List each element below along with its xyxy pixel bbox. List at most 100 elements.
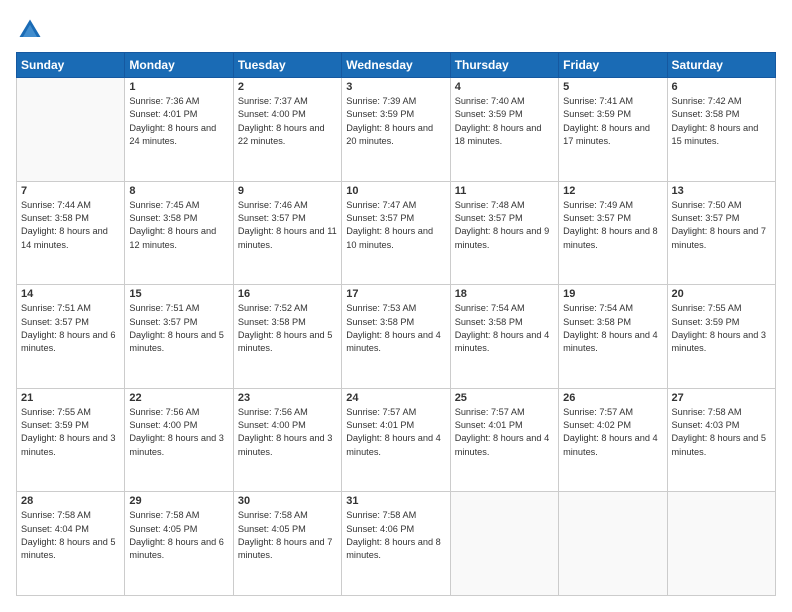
calendar-day-cell [450,492,558,596]
calendar-day-cell: 15 Sunrise: 7:51 AMSunset: 3:57 PMDaylig… [125,285,233,389]
calendar-day-cell: 14 Sunrise: 7:51 AMSunset: 3:57 PMDaylig… [17,285,125,389]
day-number: 14 [21,288,120,300]
day-number: 25 [455,392,554,404]
day-info: Sunrise: 7:42 AMSunset: 3:58 PMDaylight:… [672,95,771,148]
day-number: 24 [346,392,445,404]
day-number: 9 [238,185,337,197]
day-number: 16 [238,288,337,300]
day-number: 4 [455,81,554,93]
day-info: Sunrise: 7:41 AMSunset: 3:59 PMDaylight:… [563,95,662,148]
day-number: 31 [346,495,445,507]
day-info: Sunrise: 7:50 AMSunset: 3:57 PMDaylight:… [672,199,771,252]
day-info: Sunrise: 7:55 AMSunset: 3:59 PMDaylight:… [672,302,771,355]
calendar-day-cell: 20 Sunrise: 7:55 AMSunset: 3:59 PMDaylig… [667,285,775,389]
calendar-day-cell: 8 Sunrise: 7:45 AMSunset: 3:58 PMDayligh… [125,181,233,285]
calendar-day-cell: 23 Sunrise: 7:56 AMSunset: 4:00 PMDaylig… [233,388,341,492]
calendar-day-cell: 22 Sunrise: 7:56 AMSunset: 4:00 PMDaylig… [125,388,233,492]
day-info: Sunrise: 7:57 AMSunset: 4:01 PMDaylight:… [346,406,445,459]
weekday-header: Sunday [17,53,125,78]
day-number: 18 [455,288,554,300]
day-number: 28 [21,495,120,507]
calendar-week-row: 7 Sunrise: 7:44 AMSunset: 3:58 PMDayligh… [17,181,776,285]
day-info: Sunrise: 7:58 AMSunset: 4:05 PMDaylight:… [129,509,228,562]
calendar-week-row: 1 Sunrise: 7:36 AMSunset: 4:01 PMDayligh… [17,78,776,182]
day-info: Sunrise: 7:44 AMSunset: 3:58 PMDaylight:… [21,199,120,252]
day-number: 15 [129,288,228,300]
calendar-day-cell [17,78,125,182]
day-number: 6 [672,81,771,93]
calendar-table: SundayMondayTuesdayWednesdayThursdayFrid… [16,52,776,596]
calendar-header-row: SundayMondayTuesdayWednesdayThursdayFrid… [17,53,776,78]
day-info: Sunrise: 7:56 AMSunset: 4:00 PMDaylight:… [129,406,228,459]
calendar-day-cell: 12 Sunrise: 7:49 AMSunset: 3:57 PMDaylig… [559,181,667,285]
calendar-day-cell [667,492,775,596]
day-info: Sunrise: 7:45 AMSunset: 3:58 PMDaylight:… [129,199,228,252]
calendar-day-cell [559,492,667,596]
calendar-day-cell: 25 Sunrise: 7:57 AMSunset: 4:01 PMDaylig… [450,388,558,492]
day-number: 27 [672,392,771,404]
calendar-day-cell: 18 Sunrise: 7:54 AMSunset: 3:58 PMDaylig… [450,285,558,389]
day-info: Sunrise: 7:51 AMSunset: 3:57 PMDaylight:… [21,302,120,355]
day-number: 26 [563,392,662,404]
day-info: Sunrise: 7:40 AMSunset: 3:59 PMDaylight:… [455,95,554,148]
header [16,16,776,44]
day-info: Sunrise: 7:46 AMSunset: 3:57 PMDaylight:… [238,199,337,252]
day-info: Sunrise: 7:56 AMSunset: 4:00 PMDaylight:… [238,406,337,459]
day-info: Sunrise: 7:58 AMSunset: 4:06 PMDaylight:… [346,509,445,562]
day-number: 29 [129,495,228,507]
day-info: Sunrise: 7:51 AMSunset: 3:57 PMDaylight:… [129,302,228,355]
day-number: 22 [129,392,228,404]
calendar-day-cell: 9 Sunrise: 7:46 AMSunset: 3:57 PMDayligh… [233,181,341,285]
weekday-header: Wednesday [342,53,450,78]
calendar-day-cell: 11 Sunrise: 7:48 AMSunset: 3:57 PMDaylig… [450,181,558,285]
day-info: Sunrise: 7:54 AMSunset: 3:58 PMDaylight:… [563,302,662,355]
day-info: Sunrise: 7:48 AMSunset: 3:57 PMDaylight:… [455,199,554,252]
calendar-day-cell: 19 Sunrise: 7:54 AMSunset: 3:58 PMDaylig… [559,285,667,389]
day-number: 30 [238,495,337,507]
day-number: 19 [563,288,662,300]
logo [16,16,48,44]
calendar-day-cell: 7 Sunrise: 7:44 AMSunset: 3:58 PMDayligh… [17,181,125,285]
day-number: 23 [238,392,337,404]
day-info: Sunrise: 7:49 AMSunset: 3:57 PMDaylight:… [563,199,662,252]
calendar-day-cell: 30 Sunrise: 7:58 AMSunset: 4:05 PMDaylig… [233,492,341,596]
calendar-day-cell: 6 Sunrise: 7:42 AMSunset: 3:58 PMDayligh… [667,78,775,182]
day-info: Sunrise: 7:53 AMSunset: 3:58 PMDaylight:… [346,302,445,355]
calendar-day-cell: 16 Sunrise: 7:52 AMSunset: 3:58 PMDaylig… [233,285,341,389]
day-info: Sunrise: 7:37 AMSunset: 4:00 PMDaylight:… [238,95,337,148]
day-info: Sunrise: 7:39 AMSunset: 3:59 PMDaylight:… [346,95,445,148]
calendar-day-cell: 5 Sunrise: 7:41 AMSunset: 3:59 PMDayligh… [559,78,667,182]
day-number: 11 [455,185,554,197]
calendar-day-cell: 4 Sunrise: 7:40 AMSunset: 3:59 PMDayligh… [450,78,558,182]
calendar-week-row: 21 Sunrise: 7:55 AMSunset: 3:59 PMDaylig… [17,388,776,492]
calendar-day-cell: 24 Sunrise: 7:57 AMSunset: 4:01 PMDaylig… [342,388,450,492]
calendar-week-row: 14 Sunrise: 7:51 AMSunset: 3:57 PMDaylig… [17,285,776,389]
calendar-day-cell: 2 Sunrise: 7:37 AMSunset: 4:00 PMDayligh… [233,78,341,182]
day-number: 21 [21,392,120,404]
day-number: 12 [563,185,662,197]
weekday-header: Thursday [450,53,558,78]
day-number: 10 [346,185,445,197]
day-info: Sunrise: 7:58 AMSunset: 4:03 PMDaylight:… [672,406,771,459]
calendar-day-cell: 28 Sunrise: 7:58 AMSunset: 4:04 PMDaylig… [17,492,125,596]
day-info: Sunrise: 7:55 AMSunset: 3:59 PMDaylight:… [21,406,120,459]
day-info: Sunrise: 7:58 AMSunset: 4:05 PMDaylight:… [238,509,337,562]
weekday-header: Saturday [667,53,775,78]
calendar-day-cell: 17 Sunrise: 7:53 AMSunset: 3:58 PMDaylig… [342,285,450,389]
day-number: 5 [563,81,662,93]
day-number: 20 [672,288,771,300]
calendar-day-cell: 13 Sunrise: 7:50 AMSunset: 3:57 PMDaylig… [667,181,775,285]
logo-icon [16,16,44,44]
day-info: Sunrise: 7:54 AMSunset: 3:58 PMDaylight:… [455,302,554,355]
calendar-day-cell: 27 Sunrise: 7:58 AMSunset: 4:03 PMDaylig… [667,388,775,492]
day-info: Sunrise: 7:47 AMSunset: 3:57 PMDaylight:… [346,199,445,252]
day-number: 17 [346,288,445,300]
day-number: 8 [129,185,228,197]
day-info: Sunrise: 7:36 AMSunset: 4:01 PMDaylight:… [129,95,228,148]
page: SundayMondayTuesdayWednesdayThursdayFrid… [0,0,792,612]
calendar-week-row: 28 Sunrise: 7:58 AMSunset: 4:04 PMDaylig… [17,492,776,596]
calendar-day-cell: 1 Sunrise: 7:36 AMSunset: 4:01 PMDayligh… [125,78,233,182]
day-number: 2 [238,81,337,93]
calendar-day-cell: 29 Sunrise: 7:58 AMSunset: 4:05 PMDaylig… [125,492,233,596]
day-number: 13 [672,185,771,197]
